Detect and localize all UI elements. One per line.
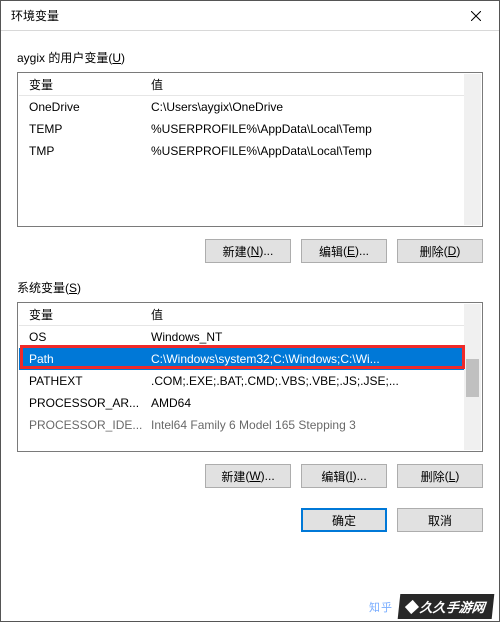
col-value[interactable]: 值: [147, 306, 464, 323]
watermark: 知乎 久久手游网: [369, 594, 493, 619]
user-new-button[interactable]: 新建(N)...: [205, 239, 291, 263]
cancel-button[interactable]: 取消: [397, 508, 483, 532]
user-vars-list: 变量 值 OneDrive C:\Users\aygix\OneDrive TE…: [19, 74, 464, 225]
close-button[interactable]: [453, 1, 499, 31]
user-vars-buttons: 新建(N)... 编辑(E)... 删除(D): [17, 239, 483, 263]
dialog-footer: 确定 取消: [17, 508, 483, 532]
diamond-icon: [405, 599, 419, 613]
watermark-left: 知乎: [369, 599, 393, 615]
dialog-body: aygix 的用户变量(U) 变量 值 OneDrive C:\Users\ay…: [1, 31, 499, 542]
col-value[interactable]: 值: [147, 76, 464, 93]
watermark-badge: 久久手游网: [398, 594, 495, 619]
table-row[interactable]: PATHEXT .COM;.EXE;.BAT;.CMD;.VBS;.VBE;.J…: [19, 370, 464, 392]
col-variable[interactable]: 变量: [19, 76, 147, 93]
scrollbar-thumb[interactable]: [466, 359, 479, 397]
window-title: 环境变量: [11, 7, 453, 24]
system-edit-button[interactable]: 编辑(I)...: [301, 464, 387, 488]
table-row[interactable]: OS Windows_NT: [19, 326, 464, 348]
system-vars-buttons: 新建(W)... 编辑(I)... 删除(L): [17, 464, 483, 488]
system-vars-list: 变量 值 OS Windows_NT Path C:\Windows\syste…: [19, 304, 464, 450]
user-vars-header[interactable]: 变量 值: [19, 74, 464, 96]
scrollbar[interactable]: [464, 304, 481, 450]
table-row[interactable]: PROCESSOR_AR... AMD64: [19, 392, 464, 414]
col-variable[interactable]: 变量: [19, 306, 147, 323]
scrollbar[interactable]: [464, 74, 481, 225]
ok-button[interactable]: 确定: [301, 508, 387, 532]
table-row[interactable]: OneDrive C:\Users\aygix\OneDrive: [19, 96, 464, 118]
scrollbar-track[interactable]: [464, 74, 481, 225]
system-delete-button[interactable]: 删除(L): [397, 464, 483, 488]
close-icon: [471, 11, 481, 21]
env-vars-dialog: 环境变量 aygix 的用户变量(U) 变量 值 OneDrive C:\Use…: [0, 0, 500, 622]
user-vars-listbox[interactable]: 变量 值 OneDrive C:\Users\aygix\OneDrive TE…: [17, 72, 483, 227]
user-vars-label: aygix 的用户变量(U): [17, 49, 483, 66]
system-new-button[interactable]: 新建(W)...: [205, 464, 291, 488]
table-row[interactable]: TMP %USERPROFILE%\AppData\Local\Temp: [19, 140, 464, 162]
scrollbar-track[interactable]: [464, 304, 481, 450]
titlebar: 环境变量: [1, 1, 499, 31]
table-row-selected[interactable]: Path C:\Windows\system32;C:\Windows;C:\W…: [19, 348, 464, 370]
table-row[interactable]: TEMP %USERPROFILE%\AppData\Local\Temp: [19, 118, 464, 140]
table-row[interactable]: PROCESSOR_IDE... Intel64 Family 6 Model …: [19, 414, 464, 436]
user-delete-button[interactable]: 删除(D): [397, 239, 483, 263]
system-vars-label: 系统变量(S): [17, 279, 483, 296]
system-vars-header[interactable]: 变量 值: [19, 304, 464, 326]
system-vars-listbox[interactable]: 变量 值 OS Windows_NT Path C:\Windows\syste…: [17, 302, 483, 452]
user-edit-button[interactable]: 编辑(E)...: [301, 239, 387, 263]
